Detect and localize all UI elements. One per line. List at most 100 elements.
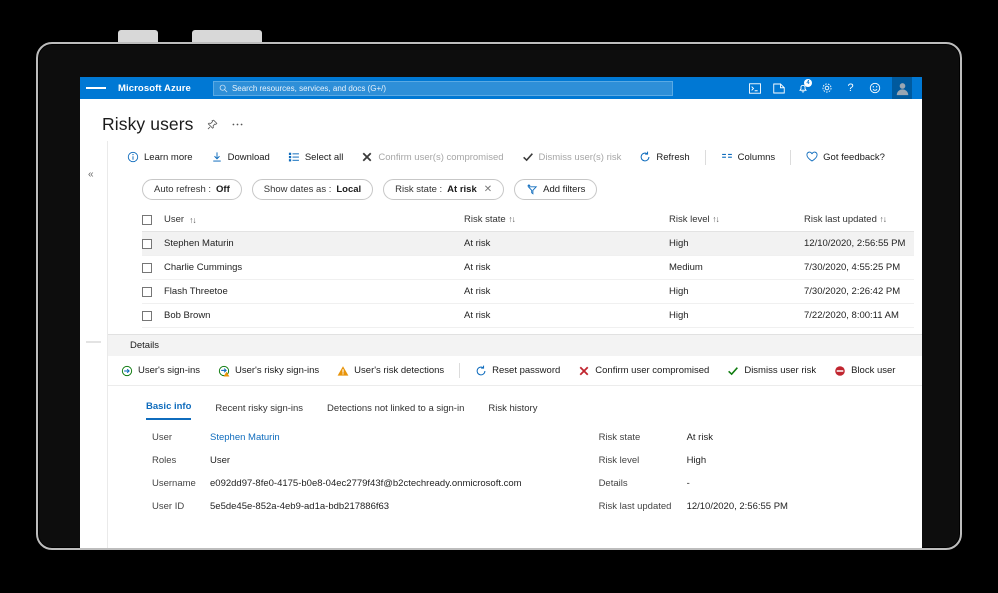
collapse-panel-chevron-icon[interactable]: « — [88, 169, 94, 180]
command-label: Confirm user compromised — [595, 365, 710, 376]
feedback-icon[interactable] — [868, 82, 881, 95]
notification-badge: 4 — [804, 78, 812, 87]
details-section-header: Details — [108, 334, 922, 356]
field-value: e092dd97-8fe0-4175-b0e8-04ec2779f43f@b2c… — [210, 478, 522, 489]
more-options-icon[interactable] — [231, 122, 244, 127]
select-all-checkbox[interactable] — [142, 214, 152, 225]
select-all-checkbox-cell — [142, 214, 164, 225]
global-search-placeholder: Search resources, services, and docs (G+… — [231, 83, 386, 93]
refresh-icon — [475, 365, 487, 377]
command-got-feedback[interactable]: Got feedback? — [797, 145, 894, 169]
command-reset-password[interactable]: Reset password — [466, 359, 569, 383]
cell-risk-state: At risk — [464, 310, 491, 321]
filter-value: At risk — [447, 184, 477, 195]
sort-arrows-icon: ↑↓ — [189, 214, 196, 225]
add-filters-label: Add filters — [543, 184, 586, 195]
cell-risk-level: High — [669, 238, 689, 249]
cell-risk-last-updated: 7/22/2020, 8:00:11 AM — [804, 310, 899, 321]
warning-triangle-icon — [337, 365, 349, 377]
field-value-user-link[interactable]: Stephen Maturin — [210, 432, 280, 443]
field-value: High — [686, 455, 707, 466]
azure-top-bar: Microsoft Azure Search resources, servic… — [80, 77, 922, 99]
directories-icon[interactable] — [772, 82, 785, 95]
cell-user: Bob Brown — [164, 310, 211, 321]
page-body: « Learn more Download Select all Confirm… — [80, 141, 922, 548]
column-header-risk-level[interactable]: Risk level ↑↓ — [669, 214, 804, 225]
field-value: At risk — [686, 432, 713, 443]
command-bar: Learn more Download Select all Confirm u… — [108, 141, 922, 173]
command-label: Dismiss user risk — [744, 365, 817, 376]
sort-arrows-icon: ↑↓ — [508, 214, 515, 224]
command-select-all[interactable]: Select all — [279, 145, 353, 169]
field-risk-level: Risk level High — [599, 455, 788, 466]
filter-pill-auto-refresh[interactable]: Auto refresh : Off — [142, 179, 242, 200]
tab-risk-history[interactable]: Risk history — [488, 403, 537, 420]
command-refresh[interactable]: Refresh — [630, 145, 698, 169]
field-label: Risk level — [598, 455, 640, 466]
row-checkbox[interactable] — [142, 310, 152, 321]
account-avatar[interactable] — [892, 77, 912, 99]
filter-pill-risk-state[interactable]: Risk state : At risk ✕ — [383, 179, 505, 200]
column-header-risk-state[interactable]: Risk state ↑↓ — [464, 214, 669, 225]
column-header-user[interactable]: User ↑↓ — [164, 214, 464, 225]
row-checkbox[interactable] — [142, 238, 152, 249]
column-label: Risk state — [464, 214, 506, 225]
command-label: User's risk detections — [354, 365, 445, 376]
page-title: Risky users — [102, 114, 194, 134]
cell-risk-level: High — [669, 310, 689, 321]
command-learn-more[interactable]: Learn more — [118, 145, 202, 169]
row-checkbox-cell — [142, 238, 164, 249]
command-users-sign-ins[interactable]: User's sign-ins — [112, 359, 209, 383]
command-block-user[interactable]: Block user — [825, 359, 904, 383]
tab-recent-risky-sign-ins[interactable]: Recent risky sign-ins — [215, 403, 303, 420]
command-confirm-users-compromised: Confirm user(s) compromised — [352, 145, 512, 169]
check-mark-icon — [522, 151, 534, 163]
screenshot-stage: Microsoft Azure Search resources, servic… — [0, 0, 998, 593]
command-columns[interactable]: Columns — [712, 145, 785, 169]
row-checkbox[interactable] — [142, 262, 152, 273]
help-icon[interactable]: ? — [844, 82, 857, 95]
cell-user: Flash Threetoe — [164, 286, 228, 297]
command-label: Got feedback? — [823, 151, 885, 163]
command-label: Learn more — [144, 151, 193, 163]
table-row[interactable]: Charlie Cummings At risk Medium 7/30/202… — [142, 256, 914, 280]
notifications-icon[interactable]: 4 — [796, 78, 812, 95]
column-label: User — [164, 214, 185, 225]
red-x-icon — [578, 365, 590, 377]
table-row[interactable]: Bob Brown At risk High 7/22/2020, 8:00:1… — [142, 304, 914, 328]
table-header-row: User ↑↓ Risk state ↑↓ Risk level ↑↓ Risk… — [142, 208, 914, 232]
block-icon — [834, 365, 846, 377]
command-users-risky-sign-ins[interactable]: User's risky sign-ins — [209, 359, 328, 383]
field-label: User — [152, 432, 173, 443]
hamburger-menu-icon[interactable] — [86, 86, 107, 91]
select-all-icon — [288, 151, 300, 163]
command-confirm-user-compromised[interactable]: Confirm user compromised — [569, 359, 718, 383]
table-row[interactable]: Stephen Maturin At risk High 12/10/2020,… — [142, 232, 914, 256]
tab-basic-info[interactable]: Basic info — [146, 401, 192, 420]
column-header-risk-last-updated[interactable]: Risk last updated ↑↓ — [804, 214, 914, 225]
row-checkbox-cell — [142, 262, 164, 273]
fields-right-column: Risk state At risk Risk level High Detai… — [599, 432, 788, 512]
settings-gear-icon[interactable] — [820, 82, 833, 95]
command-download[interactable]: Download — [202, 145, 279, 169]
add-filters-button[interactable]: Add filters — [514, 179, 598, 200]
remove-filter-icon[interactable]: ✕ — [484, 184, 492, 195]
laptop-device-frame: Microsoft Azure Search resources, servic… — [36, 42, 962, 550]
table-row[interactable]: Flash Threetoe At risk High 7/30/2020, 2… — [142, 280, 914, 304]
command-dismiss-user-risk[interactable]: Dismiss user risk — [718, 359, 825, 383]
field-username: Username e092dd97-8fe0-4175-b0e8-04ec277… — [152, 478, 522, 489]
azure-brand-label[interactable]: Microsoft Azure — [118, 83, 191, 94]
details-command-bar: User's sign-ins User's risky sign-ins Us… — [108, 356, 922, 386]
command-users-risk-detections[interactable]: User's risk detections — [328, 359, 453, 383]
cell-risk-last-updated: 7/30/2020, 4:55:25 PM — [804, 262, 901, 273]
x-mark-icon — [361, 151, 373, 163]
row-checkbox-cell — [142, 286, 164, 297]
add-filter-icon — [526, 184, 538, 195]
field-label: User ID — [152, 501, 185, 512]
tab-detections-not-linked[interactable]: Detections not linked to a sign-in — [327, 403, 464, 420]
row-checkbox[interactable] — [142, 286, 152, 297]
pin-icon[interactable] — [207, 119, 218, 130]
global-search-input[interactable]: Search resources, services, and docs (G+… — [212, 80, 673, 96]
filter-pill-show-dates-as[interactable]: Show dates as : Local — [251, 179, 374, 200]
cloud-shell-icon[interactable] — [748, 82, 761, 95]
